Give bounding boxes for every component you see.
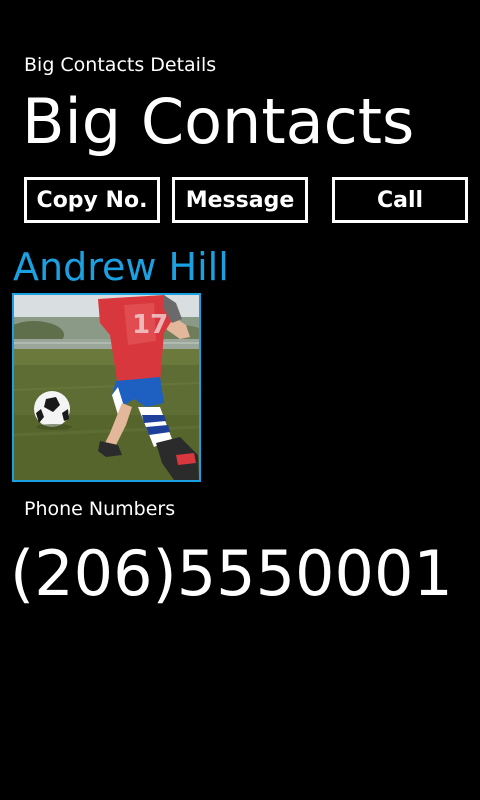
message-button[interactable]: Message [172, 177, 308, 223]
phone-numbers-label: Phone Numbers [24, 498, 176, 520]
app-subtitle: Big Contacts Details [24, 54, 217, 76]
copy-number-button[interactable]: Copy No. [24, 177, 160, 223]
call-button[interactable]: Call [332, 177, 468, 223]
contact-photo-image: 17 [14, 295, 199, 480]
page-title: Big Contacts [22, 85, 415, 158]
phone-number[interactable]: (206)5550001 [10, 532, 453, 616]
contact-details-page: { "header": { "app_subtitle": "Big Conta… [0, 0, 480, 800]
contact-photo: 17 [12, 293, 201, 482]
contact-name: Andrew Hill [13, 245, 229, 289]
svg-text:17: 17 [132, 310, 168, 340]
